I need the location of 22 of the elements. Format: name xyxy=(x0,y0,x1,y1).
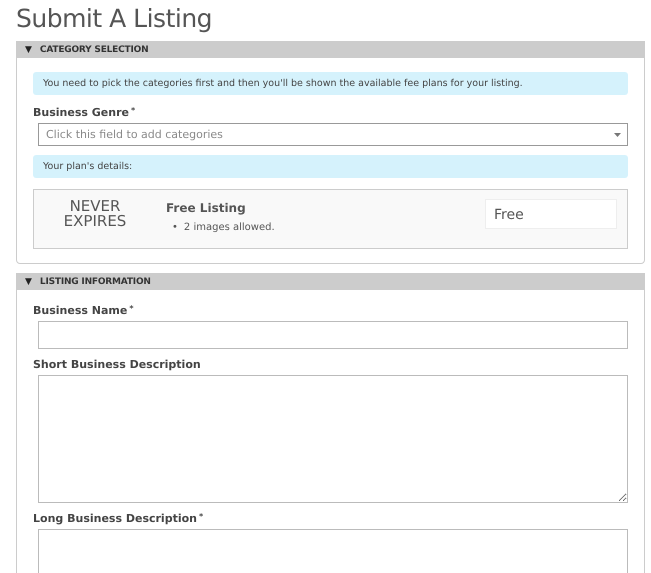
page-title: Submit A Listing xyxy=(16,4,214,33)
section-title: LISTING INFORMATION xyxy=(40,277,151,287)
field-label: Short Business Description xyxy=(33,358,202,371)
plan-feature: 2 images allowed. xyxy=(184,221,275,235)
plan-price: Free xyxy=(485,199,617,229)
info-notice: You need to pick the categories first and then you'll be shown the available fee plans for your listing. xyxy=(33,72,628,95)
toggle-arrow: ▼ xyxy=(25,277,32,287)
info-notice: Your plan's details: xyxy=(33,155,628,178)
field-label: Business Name * xyxy=(33,304,134,317)
bullet-mark: • xyxy=(172,221,178,235)
dropdown-caret-icon xyxy=(614,132,621,136)
plan-duration: NEVER EXPIRES xyxy=(62,196,128,229)
toggle-arrow: ▼ xyxy=(25,45,32,55)
field-label: Long Business Description * xyxy=(33,512,204,525)
section-title: CATEGORY SELECTION xyxy=(40,45,148,55)
section-header[interactable]: ▼ CATEGORY SELECTION xyxy=(17,42,644,58)
category-select[interactable]: Click this field to add categories xyxy=(38,123,628,146)
section-header[interactable]: ▼ LISTING INFORMATION xyxy=(17,274,644,290)
text-input-field[interactable] xyxy=(38,321,628,349)
plan-name: Free Listing xyxy=(166,201,247,215)
textarea-field[interactable] xyxy=(38,375,628,503)
field-label: Business Genre * xyxy=(33,106,136,119)
